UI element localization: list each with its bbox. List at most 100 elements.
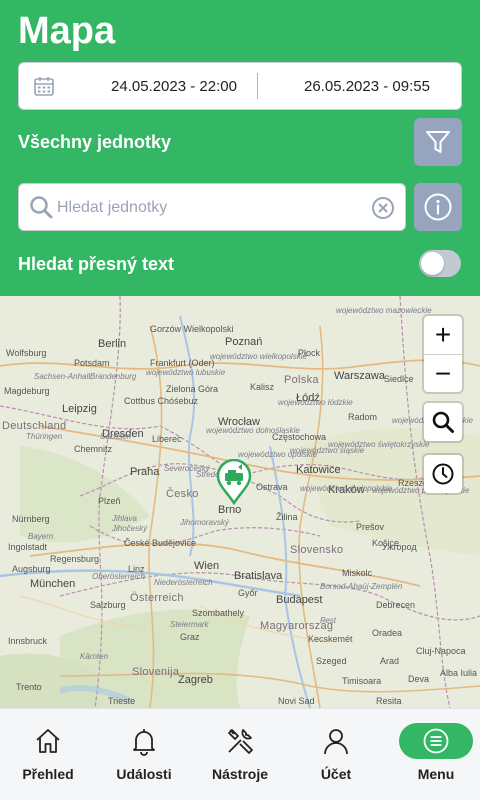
map-label: Sachsen-Anhalt [34, 372, 91, 381]
map-label: Praha [130, 466, 160, 478]
nav-label: Přehled [22, 766, 74, 782]
nav-menu[interactable]: Menu [388, 709, 480, 800]
map-label: Siedlce [384, 374, 414, 384]
search-input[interactable] [57, 195, 357, 221]
map-label: Trento [16, 682, 42, 692]
exact-text-toggle[interactable] [419, 250, 461, 277]
map-label: Polska [284, 374, 319, 386]
map-label: Kalisz [250, 382, 275, 392]
map-label: Ostrava [256, 482, 288, 492]
map-label: Gorzów Wielkopolski [150, 324, 234, 334]
map-label: Žilina [276, 512, 298, 522]
map-label: Cottbus Chóśebuz [124, 396, 199, 406]
map-label: Oradea [372, 628, 403, 638]
map-label: Oberösterreich [92, 572, 145, 581]
map-label: Chemnitz [74, 444, 113, 454]
nav-tools[interactable]: Nástroje [192, 709, 288, 800]
map-label: Deva [408, 674, 430, 684]
map-label: Warszawa [334, 370, 385, 382]
info-icon [424, 193, 452, 221]
map-label: Resita [376, 696, 402, 706]
map-label: Timisoara [342, 676, 382, 686]
map-label: Szeged [316, 656, 347, 666]
calendar-icon [34, 77, 54, 96]
map-label: Slovensko [290, 544, 344, 556]
map-label: Sachsen [100, 432, 132, 441]
map-label: województwo lubuskie [146, 368, 226, 377]
map-label: Győr [238, 588, 258, 598]
magnifier-icon [432, 411, 454, 433]
map-label: Borsod-Abaúj-Zemplén [320, 582, 403, 591]
map-label: Ingolstadt [8, 542, 48, 552]
map-label: Niederösterreich [154, 578, 213, 587]
map-label: Magdeburg [4, 386, 50, 396]
map-label: Graz [180, 632, 200, 642]
map-label: Wolfsburg [6, 348, 47, 358]
map-label: Thüringen [26, 432, 63, 441]
map-label: Česko [166, 488, 199, 500]
map-label: Bratislava [234, 570, 283, 582]
tools-icon [228, 729, 253, 754]
nav-account[interactable]: Účet [288, 709, 384, 800]
map-label: Innsbruck [8, 636, 48, 646]
map-label: Debrecen [376, 600, 416, 610]
map-label: Radom [348, 412, 378, 422]
zoom-in-button[interactable]: + [424, 316, 462, 354]
map-label: Trieste [108, 696, 136, 706]
map-label: Szombathely [192, 608, 245, 618]
search-icon [30, 196, 53, 219]
nav-events[interactable]: Události [96, 709, 192, 800]
map-label: München [30, 578, 76, 590]
map-label: Katowice [296, 464, 341, 476]
map-label: Brandenburg [90, 372, 137, 381]
map-label: Augsburg [12, 564, 51, 574]
map-label: Wien [194, 560, 220, 572]
history-button[interactable] [424, 455, 462, 493]
map-label: Steiermark [170, 620, 209, 629]
map-label: Slovenija [132, 666, 180, 678]
map-search-button[interactable] [424, 403, 462, 441]
map-label: Plzeň [98, 496, 121, 506]
map-label: województwo mazowieckie [336, 306, 432, 315]
home-icon [36, 729, 60, 753]
clear-icon[interactable] [371, 196, 395, 220]
date-to[interactable]: 26.05.2023 - 09:55 [277, 78, 457, 95]
map-label: České Budějovice [124, 538, 197, 548]
clock-icon [432, 463, 454, 485]
user-icon [324, 729, 348, 755]
map-label: województwo wielkopolskie [210, 352, 307, 361]
date-from[interactable]: 24.05.2023 - 22:00 [79, 78, 269, 95]
menu-icon [423, 728, 449, 754]
map-label: Bayern [28, 532, 54, 541]
map-label: Miskolc [342, 568, 373, 578]
map-label: Jihomoravský [180, 518, 229, 527]
filter-button[interactable] [414, 118, 462, 166]
map-label: województwo opolskie [238, 450, 318, 459]
map-label: Regensburg [50, 554, 100, 564]
page-title: Mapa [18, 10, 116, 52]
map-label: Prešov [356, 522, 385, 532]
info-button[interactable] [414, 183, 462, 231]
zoom-out-button[interactable]: − [424, 354, 462, 392]
filter-icon [426, 131, 450, 153]
map-label: Salzburg [90, 600, 126, 610]
map-label: Potsdam [74, 358, 110, 368]
map-label: Cluj-Napoca [416, 646, 466, 656]
map-label: Zagreb [178, 674, 213, 686]
units-label[interactable]: Všechny jednotky [18, 132, 171, 153]
map-label: Poznań [225, 336, 263, 348]
map-label: Kärnten [80, 652, 109, 661]
map-label: Pest [320, 616, 337, 625]
date-range-picker[interactable]: 24.05.2023 - 22:00 26.05.2023 - 09:55 [18, 62, 462, 110]
map-label: Jihočeský [112, 524, 148, 533]
map-pin-icon [216, 458, 252, 506]
nav-label: Účet [320, 766, 352, 782]
map-label: Budapest [276, 594, 323, 606]
vehicle-marker[interactable] [216, 458, 252, 510]
toggle-knob [421, 252, 444, 275]
map-label: Zielona Góra [166, 384, 219, 394]
nav-label: Nástroje [211, 766, 269, 782]
header: Mapa 24.05.2023 - 22:00 26.05.2023 - 09:… [0, 0, 480, 296]
nav-overview[interactable]: Přehled [0, 709, 96, 800]
map-label: Alba Iulia [440, 668, 478, 678]
